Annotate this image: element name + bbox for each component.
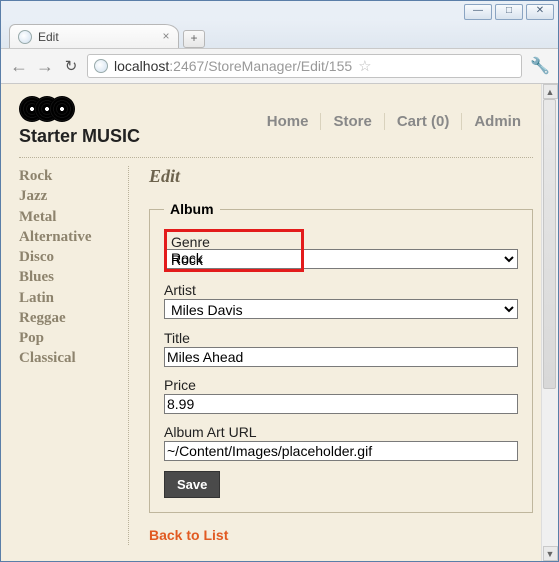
price-input[interactable] xyxy=(164,394,518,414)
scroll-track[interactable] xyxy=(543,99,558,546)
price-label: Price xyxy=(164,377,518,393)
sidebar-item[interactable]: Classical xyxy=(19,348,120,368)
scroll-thumb[interactable] xyxy=(543,99,556,389)
artist-field: Artist Miles Davis xyxy=(164,282,518,320)
fieldset-legend: Album xyxy=(164,201,220,217)
sidebar-item[interactable]: Jazz xyxy=(19,186,120,206)
window-controls: — □ ✕ xyxy=(1,1,558,20)
artist-label: Artist xyxy=(164,282,518,298)
genre-sidebar: Rock Jazz Metal Alternative Disco Blues … xyxy=(19,166,129,545)
back-to-list-link[interactable]: Back to List xyxy=(149,527,228,543)
reload-icon[interactable]: ↻ xyxy=(61,57,81,75)
sidebar-item[interactable]: Disco xyxy=(19,247,120,267)
top-nav: Home Store Cart (0) Admin xyxy=(255,113,533,130)
nav-store[interactable]: Store xyxy=(321,113,384,130)
url-text: localhost:2467/StoreManager/Edit/155 xyxy=(114,58,352,74)
arturl-field: Album Art URL xyxy=(164,424,518,461)
brand: Starter MUSIC xyxy=(19,96,140,147)
sidebar-item[interactable]: Alternative xyxy=(19,227,120,247)
sidebar-item[interactable]: Reggae xyxy=(19,308,120,328)
globe-icon xyxy=(18,30,32,44)
brand-name: Starter MUSIC xyxy=(19,126,140,147)
sidebar-item[interactable]: Latin xyxy=(19,288,120,308)
sidebar-item[interactable]: Metal xyxy=(19,207,120,227)
arturl-input[interactable] xyxy=(164,441,518,461)
save-button[interactable]: Save xyxy=(164,471,220,498)
main-panel: Edit Album Rock Genre Rock xyxy=(129,166,533,545)
close-window-button[interactable]: ✕ xyxy=(526,4,554,20)
genre-label: Genre xyxy=(171,234,297,250)
logo-discs-icon xyxy=(19,96,140,122)
scroll-down-icon[interactable]: ▼ xyxy=(543,546,558,561)
close-tab-icon[interactable]: × xyxy=(160,30,172,42)
new-tab-button[interactable]: + xyxy=(183,30,205,48)
nav-cart[interactable]: Cart (0) xyxy=(385,113,463,130)
tab-title: Edit xyxy=(38,30,59,44)
title-label: Title xyxy=(164,330,518,346)
nav-home[interactable]: Home xyxy=(255,113,322,130)
genre-field: Rock Genre Rock xyxy=(164,229,518,272)
nav-admin[interactable]: Admin xyxy=(462,113,533,130)
sidebar-item[interactable]: Rock xyxy=(19,166,120,186)
scroll-up-icon[interactable]: ▲ xyxy=(543,84,558,99)
price-field: Price xyxy=(164,377,518,414)
viewport: Starter MUSIC Home Store Cart (0) Admin … xyxy=(1,84,558,561)
title-input[interactable] xyxy=(164,347,518,367)
divider xyxy=(19,157,533,158)
browser-window: — □ ✕ Edit × + ← → ↻ localhost:2467/Stor… xyxy=(0,0,559,562)
vertical-scrollbar[interactable]: ▲ ▼ xyxy=(541,84,558,561)
tab-strip: Edit × + xyxy=(1,20,558,48)
forward-icon: → xyxy=(35,56,55,77)
browser-tab[interactable]: Edit × xyxy=(9,24,179,48)
sidebar-item[interactable]: Pop xyxy=(19,328,120,348)
bookmark-star-icon[interactable]: ☆ xyxy=(358,57,371,75)
minimize-button[interactable]: — xyxy=(464,4,492,20)
back-icon[interactable]: ← xyxy=(9,56,29,77)
arturl-label: Album Art URL xyxy=(164,424,518,440)
genre-highlight-box: Genre Rock xyxy=(164,229,304,272)
wrench-icon[interactable]: 🔧 xyxy=(530,56,550,76)
globe-icon xyxy=(94,59,108,73)
artist-select[interactable]: Miles Davis xyxy=(164,299,518,319)
maximize-button[interactable]: □ xyxy=(495,4,523,20)
genre-value: Rock xyxy=(171,250,297,266)
page-content: Starter MUSIC Home Store Cart (0) Admin … xyxy=(1,84,541,561)
browser-toolbar: ← → ↻ localhost:2467/StoreManager/Edit/1… xyxy=(1,48,558,84)
title-field: Title xyxy=(164,330,518,367)
url-bar[interactable]: localhost:2467/StoreManager/Edit/155 ☆ xyxy=(87,54,522,78)
page-title: Edit xyxy=(149,166,533,187)
sidebar-item[interactable]: Blues xyxy=(19,267,120,287)
album-fieldset: Album Rock Genre Rock Artist xyxy=(149,201,533,513)
